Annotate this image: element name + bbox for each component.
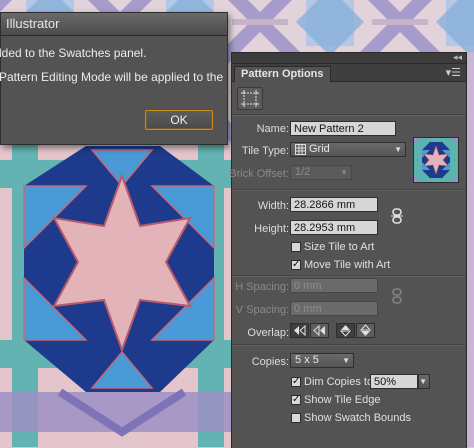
pattern-swatch-thumbnail [413, 137, 459, 183]
width-label: Width: [257, 200, 289, 212]
h-spacing-field[interactable]: 0 mm [290, 278, 378, 293]
overlap-bottom-front-icon [359, 324, 372, 336]
pattern-tile-tool-button[interactable] [237, 87, 263, 110]
divider [232, 189, 466, 191]
chevron-down-icon: ▼ [340, 168, 348, 177]
divider [232, 114, 466, 116]
brick-offset-dropdown[interactable]: 1/2 ▼ [290, 165, 352, 180]
dialog-message-line-1: lded to the Swatches panel. [0, 46, 147, 60]
copies-value: 5 x 5 [295, 354, 319, 366]
panel-menu-icon[interactable]: ▾☰ [446, 66, 461, 79]
maintain-proportions-link-icon[interactable] [391, 208, 403, 224]
pattern-preview-image [414, 138, 458, 182]
v-spacing-label: V Spacing: [235, 304, 289, 316]
panel-tab-row: Pattern Options ▾☰ [232, 64, 466, 82]
copies-dropdown[interactable]: 5 x 5 ▼ [290, 353, 354, 368]
bottom-in-front-button[interactable] [356, 323, 375, 338]
illustrator-alert-dialog: Illustrator lded to the Swatches panel. … [0, 12, 228, 145]
pattern-tile-tool-icon [241, 90, 259, 107]
brick-offset-value: 1/2 [295, 166, 311, 178]
width-field[interactable]: 28.2866 mm [290, 197, 378, 212]
size-tile-to-art-checkbox[interactable] [291, 242, 301, 252]
pattern-options-panel: ◂◂ Pattern Options ▾☰ Name: New Pattern … [229, 52, 467, 448]
dialog-title: Illustrator [1, 13, 227, 36]
height-field[interactable]: 28.2953 mm [290, 220, 378, 235]
top-in-front-button[interactable] [336, 323, 355, 338]
brick-offset-label: Brick Offset: [229, 168, 289, 180]
show-swatch-bounds-checkbox[interactable] [291, 413, 301, 423]
show-swatch-bounds-label: Show Swatch Bounds [304, 412, 412, 424]
center-tile [0, 143, 232, 447]
move-tile-with-art-label: Move Tile with Art [304, 259, 391, 271]
ok-button[interactable]: OK [145, 110, 213, 130]
tile-type-label: Tile Type: [241, 145, 289, 157]
dim-copies-checkbox[interactable]: ✓ [291, 377, 301, 387]
panel-top-strip: ◂◂ [232, 52, 466, 64]
left-in-front-button[interactable] [290, 323, 309, 338]
name-label: Name: [256, 123, 289, 135]
collapse-panel-icon[interactable]: ◂◂ [453, 52, 462, 63]
height-label: Height: [254, 223, 289, 235]
name-field[interactable]: New Pattern 2 [290, 121, 396, 136]
right-in-front-button[interactable] [310, 323, 329, 338]
spacing-link-icon[interactable] [391, 288, 403, 304]
chevron-down-icon: ▼ [419, 377, 427, 386]
overlap-right-front-icon [313, 324, 325, 337]
tab-pattern-options[interactable]: Pattern Options [234, 66, 331, 82]
overlap-top-front-icon [339, 325, 352, 337]
overlap-label: Overlap: [247, 327, 289, 339]
show-tile-edge-checkbox[interactable]: ✓ [291, 395, 301, 405]
copies-label: Copies: [251, 356, 289, 368]
dialog-message-line-2: Pattern Editing Mode will be applied to … [0, 70, 224, 84]
h-spacing-label: H Spacing: [235, 281, 289, 293]
dim-copies-field[interactable]: 50% [370, 374, 418, 389]
v-spacing-field[interactable]: 0 mm [290, 301, 378, 316]
dim-copies-dropdown[interactable]: ▼ [418, 374, 430, 389]
divider [232, 344, 466, 346]
tile-type-value: Grid [309, 143, 330, 155]
chevron-down-icon: ▼ [394, 145, 402, 154]
chevron-down-icon: ▼ [342, 356, 350, 365]
show-tile-edge-label: Show Tile Edge [304, 394, 381, 406]
tile-type-dropdown[interactable]: Grid ▼ [290, 142, 406, 157]
grid-tile-icon [295, 144, 306, 155]
divider [232, 275, 466, 277]
move-tile-with-art-checkbox[interactable]: ✓ [291, 260, 301, 270]
dim-copies-label: Dim Copies to: [304, 376, 377, 388]
size-tile-to-art-label: Size Tile to Art [304, 241, 375, 253]
overlap-left-front-icon [294, 324, 306, 337]
